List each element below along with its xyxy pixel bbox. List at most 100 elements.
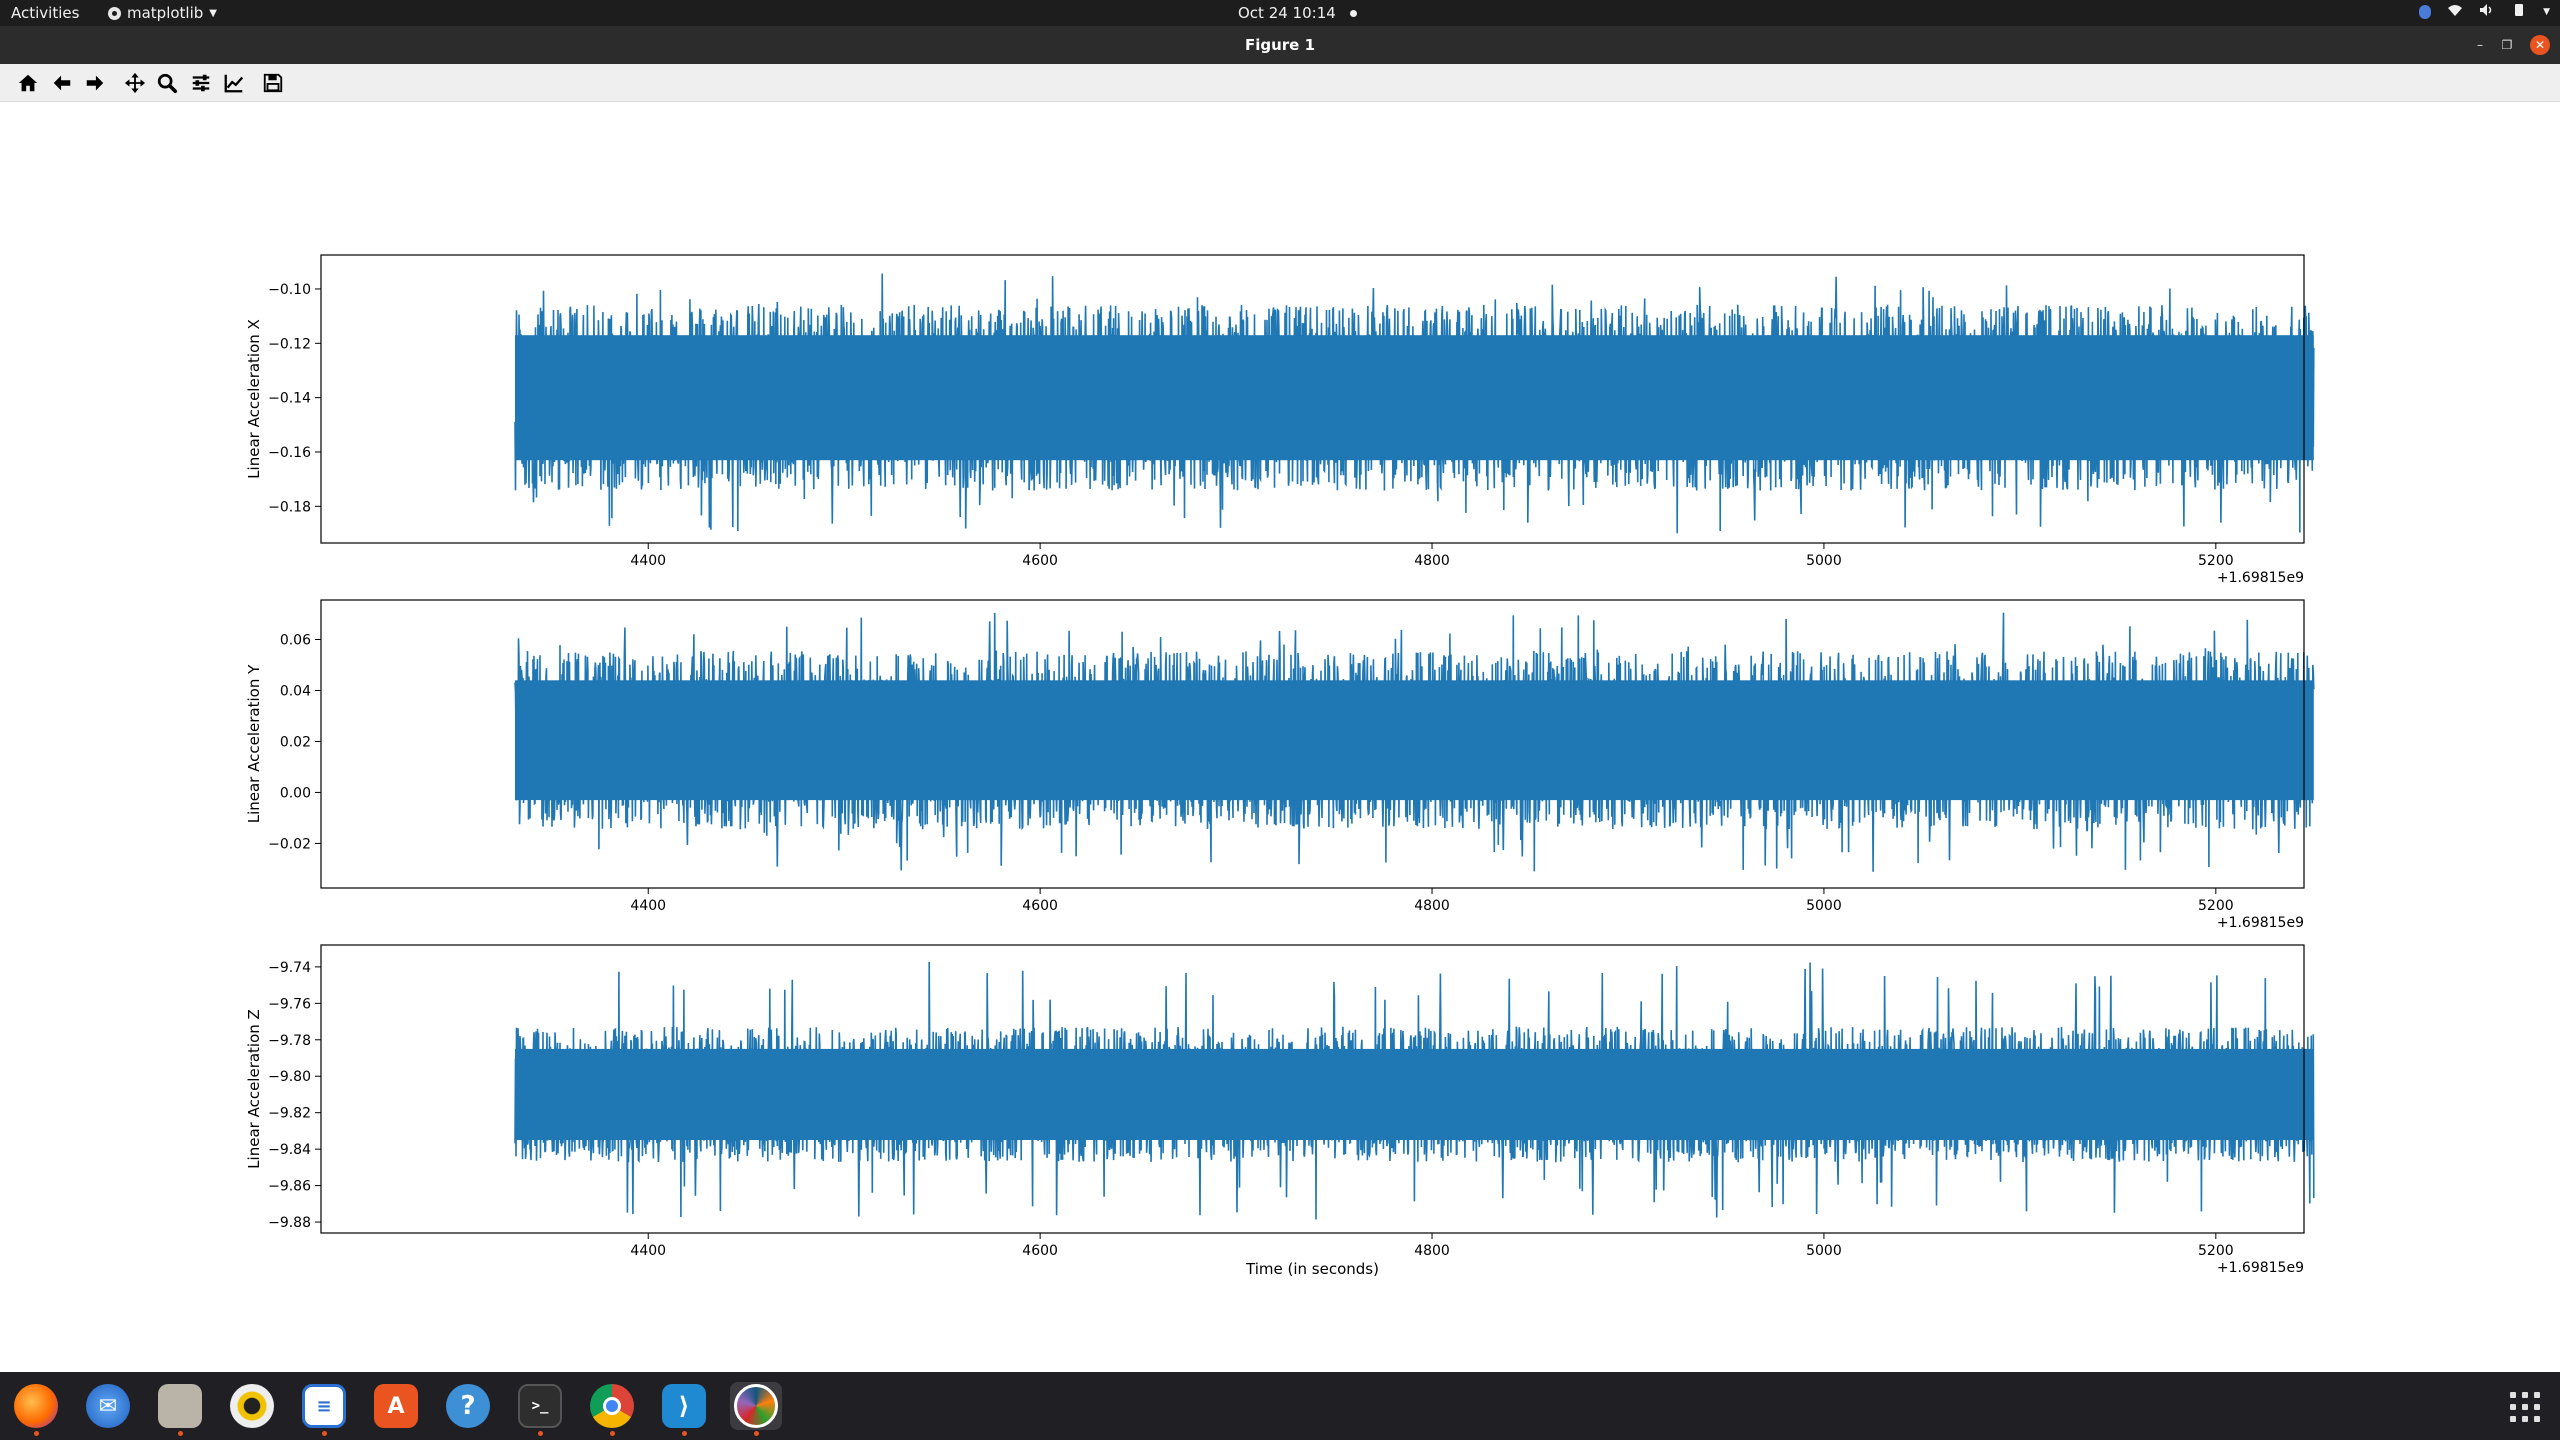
y-tick-label: −0.14 bbox=[268, 391, 311, 407]
app-menu-label: matplotlib bbox=[127, 4, 204, 22]
running-indicator bbox=[681, 1431, 687, 1436]
data-series-band bbox=[515, 680, 2314, 801]
vscode-icon: ⟩ bbox=[662, 1384, 706, 1428]
y-tick-label: −9.88 bbox=[268, 1215, 311, 1231]
system-menu-chevron-icon[interactable]: ▼ bbox=[2543, 7, 2550, 17]
clock[interactable]: Oct 24 10:14 bbox=[1238, 4, 1357, 22]
running-indicator bbox=[753, 1431, 759, 1436]
battery-icon[interactable] bbox=[2511, 3, 2527, 21]
y-tick-label: 0.00 bbox=[280, 785, 311, 801]
y-tick-label: −0.10 bbox=[268, 282, 311, 298]
terminal-icon: >_ bbox=[518, 1384, 562, 1428]
x-offset-label: +1.69815e9 bbox=[2217, 570, 2304, 586]
clock-label: Oct 24 10:14 bbox=[1238, 4, 1336, 22]
y-tick-label: −0.02 bbox=[268, 836, 311, 852]
y-tick-label: −0.12 bbox=[268, 336, 311, 352]
x-tick-label: 4800 bbox=[1414, 898, 1450, 914]
running-indicator bbox=[537, 1431, 543, 1436]
y-axis-label: Linear Acceleration Y bbox=[245, 664, 263, 823]
y-tick-label: −9.74 bbox=[268, 960, 311, 976]
running-indicator bbox=[33, 1431, 39, 1436]
figure-toolbar bbox=[0, 64, 2560, 102]
firefox-icon bbox=[14, 1384, 58, 1428]
x-tick-label: 5000 bbox=[1806, 553, 1842, 569]
dock-writer[interactable]: ≡ bbox=[298, 1382, 350, 1436]
dock-thunderbird[interactable]: ✉ bbox=[82, 1382, 134, 1430]
files-icon bbox=[158, 1384, 202, 1428]
x-tick-label: 4600 bbox=[1022, 1243, 1058, 1259]
rhythmbox-icon bbox=[230, 1384, 274, 1428]
maximize-button[interactable]: ❐ bbox=[2497, 35, 2517, 55]
x-tick-label: 4400 bbox=[630, 1243, 666, 1259]
configure-subplots-icon[interactable] bbox=[188, 71, 214, 95]
dock-vscode[interactable]: ⟩ bbox=[658, 1382, 710, 1436]
figure-svg[interactable]: −0.10 −0.12 −0.14 −0.16 −0.18 4400 4600 4800 500… bbox=[0, 102, 2560, 1372]
close-button[interactable]: ✕ bbox=[2530, 35, 2550, 55]
y-axis-label: Linear Acceleration Z bbox=[245, 1009, 263, 1169]
forward-arrow-icon[interactable] bbox=[82, 71, 108, 95]
dock-matplotlib[interactable] bbox=[730, 1382, 782, 1436]
zoom-magnifier-icon[interactable] bbox=[154, 71, 180, 95]
running-indicator bbox=[609, 1431, 615, 1436]
window-titlebar[interactable]: Figure 1 – ❐ ✕ bbox=[0, 26, 2560, 64]
x-tick-label: 5200 bbox=[2198, 898, 2234, 914]
wifi-icon[interactable] bbox=[2447, 3, 2463, 21]
y-tick-label: −9.76 bbox=[268, 996, 311, 1012]
y-tick-label: −0.16 bbox=[268, 445, 311, 461]
y-tick-label: −9.84 bbox=[268, 1142, 311, 1158]
chrome-icon bbox=[590, 1384, 634, 1428]
running-indicator bbox=[177, 1431, 183, 1436]
figure-canvas[interactable]: −0.10 −0.12 −0.14 −0.16 −0.18 4400 4600 4800 500… bbox=[0, 102, 2560, 1372]
accessibility-icon[interactable] bbox=[2419, 5, 2432, 19]
dock-files[interactable] bbox=[154, 1382, 206, 1436]
dock-terminal[interactable]: >_ bbox=[514, 1382, 566, 1436]
dock-rhythmbox[interactable] bbox=[226, 1382, 278, 1430]
running-indicator bbox=[321, 1431, 327, 1436]
save-floppy-icon[interactable] bbox=[260, 71, 286, 95]
x-offset-label: +1.69815e9 bbox=[2217, 1260, 2304, 1276]
x-tick-label: 5000 bbox=[1806, 898, 1842, 914]
dock-firefox[interactable] bbox=[10, 1382, 62, 1436]
app-center-icon: A bbox=[374, 1384, 418, 1428]
chevron-down-icon: ▼ bbox=[209, 7, 217, 19]
x-tick-label: 5000 bbox=[1806, 1243, 1842, 1259]
y-tick-label: 0.04 bbox=[280, 683, 311, 699]
back-arrow-icon[interactable] bbox=[49, 71, 75, 95]
y-tick-label: −9.82 bbox=[268, 1106, 311, 1122]
x-tick-label: 4800 bbox=[1414, 553, 1450, 569]
activities-button[interactable]: Activities bbox=[11, 4, 79, 22]
pan-move-icon[interactable] bbox=[122, 71, 148, 95]
data-series-band bbox=[515, 335, 2314, 461]
x-offset-label: +1.69815e9 bbox=[2217, 915, 2304, 931]
home-icon[interactable] bbox=[15, 71, 41, 95]
writer-icon: ≡ bbox=[302, 1384, 346, 1428]
app-menu[interactable]: matplotlib ▼ bbox=[108, 4, 217, 22]
minimize-button[interactable]: – bbox=[2470, 35, 2490, 55]
window-title: Figure 1 bbox=[1244, 36, 1316, 54]
x-tick-label: 4400 bbox=[630, 898, 666, 914]
volume-icon[interactable] bbox=[2479, 3, 2495, 21]
y-tick-label: −9.80 bbox=[268, 1069, 311, 1085]
data-series-band bbox=[515, 1048, 2314, 1140]
x-tick-label: 4600 bbox=[1022, 898, 1058, 914]
y-tick-label: −0.18 bbox=[268, 499, 311, 515]
y-tick-label: −9.86 bbox=[268, 1179, 311, 1195]
x-tick-label: 4400 bbox=[630, 553, 666, 569]
system-top-bar: Activities matplotlib ▼ Oct 24 10:14 ▼ bbox=[0, 0, 2560, 26]
dock-chrome[interactable] bbox=[586, 1382, 638, 1436]
matplotlib-icon bbox=[734, 1384, 778, 1428]
y-tick-label: 0.06 bbox=[280, 633, 311, 649]
dock-app-center[interactable]: A bbox=[370, 1382, 422, 1430]
y-tick-label: 0.02 bbox=[280, 734, 311, 750]
dock-help[interactable]: ? bbox=[442, 1382, 494, 1430]
help-icon: ? bbox=[446, 1384, 490, 1428]
thunderbird-icon: ✉ bbox=[86, 1384, 130, 1428]
system-tray[interactable]: ▼ bbox=[2419, 3, 2550, 21]
x-tick-label: 5200 bbox=[2198, 553, 2234, 569]
app-icon bbox=[108, 6, 121, 20]
edit-axis-icon[interactable] bbox=[221, 71, 247, 95]
x-tick-label: 4600 bbox=[1022, 553, 1058, 569]
show-applications-icon[interactable] bbox=[2510, 1392, 2540, 1422]
dock: ✉ ≡ A ? >_ ⟩ bbox=[0, 1372, 2560, 1440]
x-axis-label: Time (in seconds) bbox=[1245, 1260, 1379, 1278]
